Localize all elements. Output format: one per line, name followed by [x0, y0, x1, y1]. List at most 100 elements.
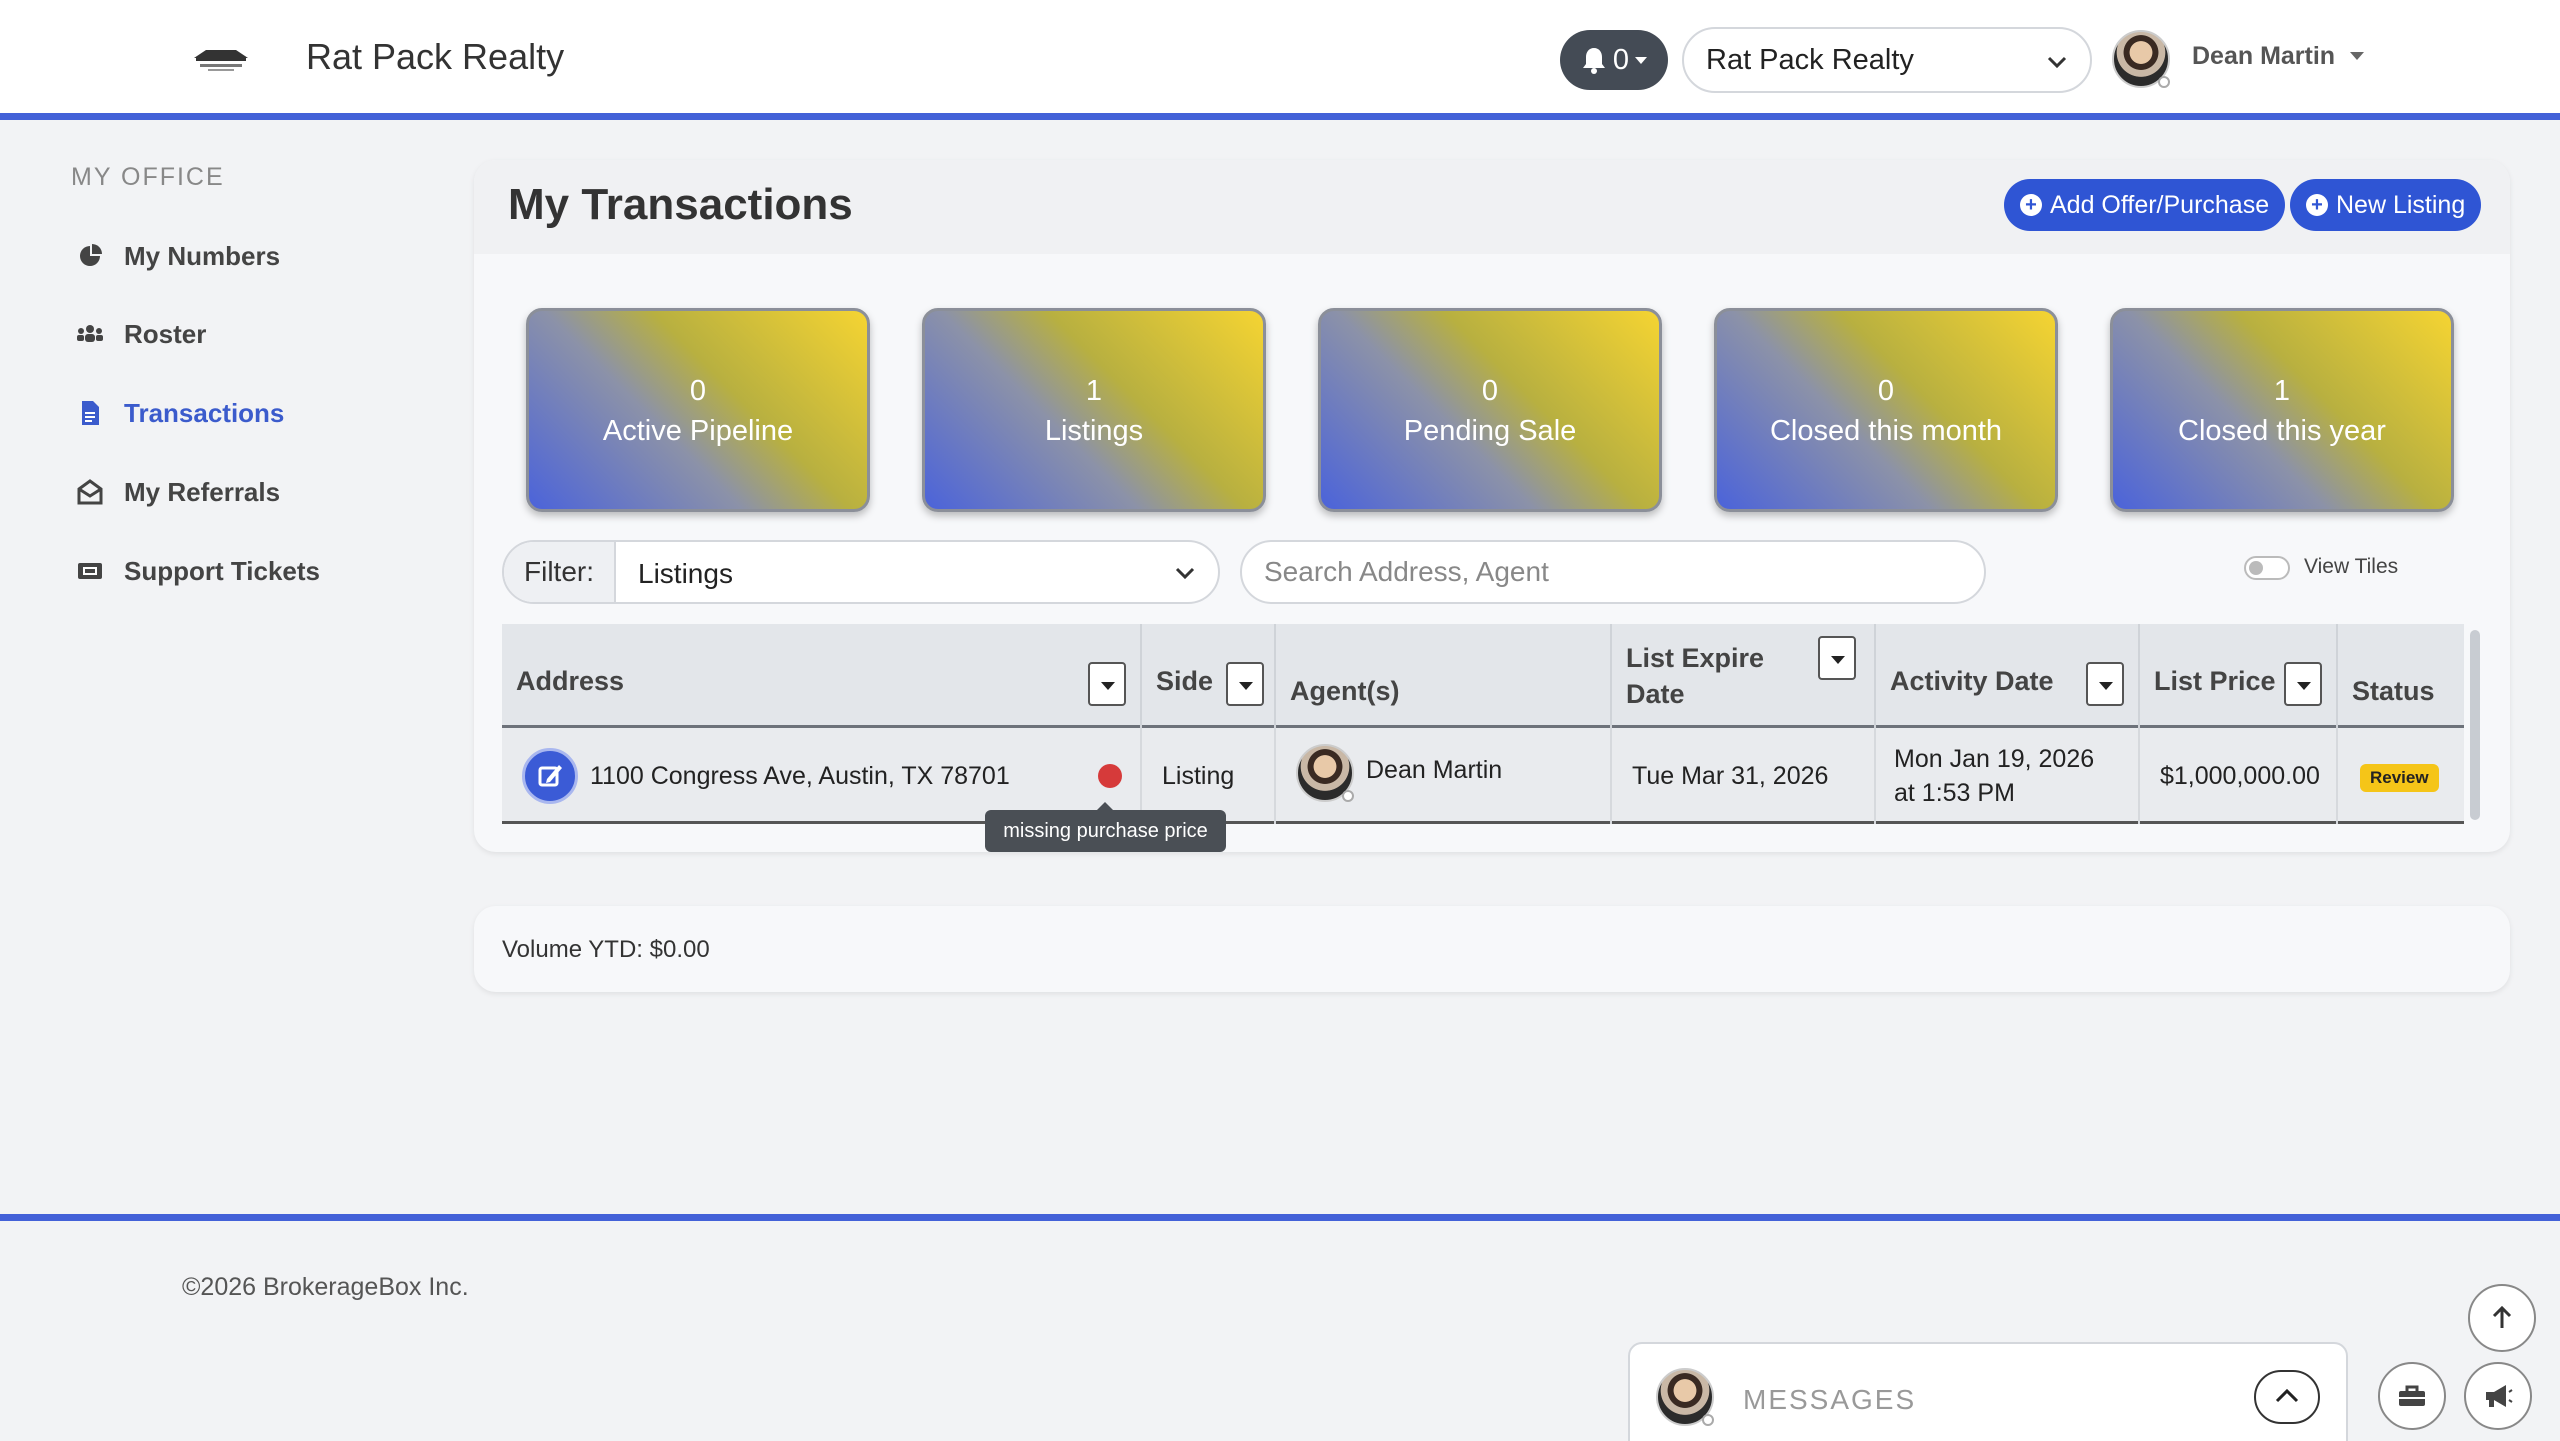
- table-row[interactable]: 1100 Congress Ave, Austin, TX 78701 List…: [502, 728, 2464, 824]
- transactions-table: Address Side Agent(s) List Expire Date A…: [502, 624, 2464, 826]
- sidebar-item-roster[interactable]: Roster: [76, 314, 206, 354]
- users-icon: [77, 325, 103, 342]
- top-navbar: Rat Pack Realty 0 Rat Pack Realty Dean M…: [0, 0, 2560, 120]
- add-offer-purchase-button[interactable]: + Add Offer/Purchase: [2004, 179, 2286, 231]
- sidebar-item-my-numbers[interactable]: My Numbers: [76, 236, 280, 276]
- copyright: ©2026 BrokerageBox Inc.: [182, 1273, 469, 1301]
- messages-label: MESSAGES: [1743, 1384, 1917, 1415]
- user-name[interactable]: Dean Martin: [2192, 42, 2335, 71]
- megaphone-icon: [2486, 1385, 2513, 1407]
- status-dot: [1702, 1414, 1714, 1426]
- scroll-to-top-button[interactable]: [2468, 1284, 2536, 1352]
- card-header: My Transactions + Add Offer/Purchase + N…: [474, 160, 2510, 254]
- toggle-knob: [2249, 561, 2263, 575]
- alert-dot[interactable]: [1098, 764, 1122, 788]
- sidebar-item-label: My Referrals: [124, 476, 281, 507]
- envelope-open-icon: [77, 479, 103, 505]
- chevron-up-icon: [2275, 1388, 2299, 1403]
- new-listing-button[interactable]: + New Listing: [2290, 179, 2482, 231]
- column-header-address[interactable]: Address: [502, 624, 1142, 728]
- tile-closed-this-month[interactable]: 0 Closed this month: [1714, 308, 2058, 512]
- tile-label: Closed this year: [2178, 415, 2386, 447]
- sort-dropdown-button[interactable]: [1818, 636, 1856, 680]
- ticket-icon: [78, 563, 102, 579]
- address-text[interactable]: 1100 Congress Ave, Austin, TX 78701: [590, 762, 1010, 791]
- cell-agents: Dean Martin: [1276, 728, 1612, 824]
- column-label: Agent(s): [1290, 676, 1400, 706]
- tile-listings[interactable]: 1 Listings: [922, 308, 1266, 512]
- agent-name[interactable]: Dean Martin: [1366, 756, 1502, 785]
- list-price-text: $1,000,000.00: [2160, 762, 2320, 790]
- cell-activity-date: Mon Jan 19, 2026 at 1:53 PM: [1876, 728, 2140, 824]
- brand-logo[interactable]: [188, 44, 254, 74]
- sidebar-item-support-tickets[interactable]: Support Tickets: [76, 551, 320, 591]
- announcements-button[interactable]: [2464, 1362, 2532, 1430]
- table-scrollbar[interactable]: [2470, 630, 2480, 820]
- sidebar-item-label: Roster: [124, 318, 207, 349]
- column-label: Side: [1156, 666, 1214, 696]
- sort-dropdown-button[interactable]: [1226, 662, 1264, 706]
- pie-chart-icon: [80, 244, 102, 266]
- sidebar-item-label: Transactions: [124, 397, 285, 428]
- chevron-down-icon: [2047, 56, 2067, 69]
- tile-value: 1: [2273, 375, 2291, 407]
- toolbox-button[interactable]: [2378, 1362, 2446, 1430]
- list-expire-date-text: Tue Mar 31, 2026: [1632, 762, 1829, 790]
- chevron-down-icon: [1175, 567, 1195, 580]
- tile-label: Closed this month: [1769, 415, 2003, 447]
- filter-value: Listings: [638, 558, 733, 589]
- tile-closed-this-year[interactable]: 1 Closed this year: [2110, 308, 2454, 512]
- cell-list-expire-date: Tue Mar 31, 2026: [1612, 728, 1876, 824]
- cell-status: Review: [2338, 728, 2464, 824]
- file-icon: [82, 401, 99, 425]
- sort-dropdown-button[interactable]: [2284, 662, 2322, 706]
- activity-date-text: Mon Jan 19, 2026 at 1:53 PM: [1894, 745, 2095, 807]
- user-avatar[interactable]: [2112, 30, 2170, 88]
- tile-active-pipeline[interactable]: 0 Active Pipeline: [526, 308, 870, 512]
- tile-pending-sale[interactable]: 0 Pending Sale: [1318, 308, 1662, 512]
- bell-icon: [1582, 48, 1605, 74]
- add-offer-purchase-label: Add Offer/Purchase: [2050, 190, 2270, 219]
- tile-value: 0: [1481, 375, 1499, 407]
- column-header-list-price[interactable]: List Price: [2140, 624, 2338, 728]
- search-placeholder: Search Address, Agent: [1264, 556, 1549, 587]
- edit-button[interactable]: [522, 748, 578, 804]
- column-header-status[interactable]: Status: [2338, 624, 2464, 728]
- tile-label: Listings: [1044, 415, 1144, 447]
- column-label: Activity Date: [1890, 666, 2054, 696]
- company-select[interactable]: Rat Pack Realty: [1682, 27, 2092, 93]
- filter-label: Filter:: [504, 542, 616, 602]
- column-label: Address: [516, 666, 625, 696]
- tile-label: Active Pipeline: [602, 415, 794, 447]
- edit-icon: [538, 765, 562, 787]
- notifications-count: 0: [1612, 43, 1630, 76]
- sort-dropdown-button[interactable]: [2086, 662, 2124, 706]
- sidebar-item-my-referrals[interactable]: My Referrals: [76, 472, 280, 512]
- search-input[interactable]: Search Address, Agent: [1240, 540, 1986, 604]
- agent-avatar[interactable]: [1296, 744, 1354, 802]
- page-title: My Transactions: [508, 180, 853, 229]
- column-header-activity-date[interactable]: Activity Date: [1876, 624, 2140, 728]
- view-tiles-toggle[interactable]: [2244, 556, 2290, 580]
- volume-card: Volume YTD: $0.00: [474, 906, 2510, 992]
- messages-expand-button[interactable]: [2254, 1370, 2320, 1424]
- toolbox-icon: [2399, 1385, 2425, 1406]
- brand-name[interactable]: Rat Pack Realty: [306, 36, 564, 78]
- tile-label: Pending Sale: [1403, 415, 1577, 447]
- view-tiles-label[interactable]: View Tiles: [2304, 555, 2398, 579]
- caret-down-icon[interactable]: [2350, 52, 2364, 60]
- sidebar-title: MY OFFICE: [71, 163, 225, 191]
- column-header-agents[interactable]: Agent(s): [1276, 624, 1612, 728]
- cell-list-price: $1,000,000.00: [2140, 728, 2338, 824]
- notifications-button[interactable]: 0: [1560, 30, 1668, 90]
- sidebar-item-transactions[interactable]: Transactions: [76, 393, 284, 433]
- status-badge[interactable]: Review: [2360, 764, 2439, 792]
- column-header-list-expire-date[interactable]: List Expire Date: [1612, 624, 1876, 728]
- volume-ytd: Volume YTD: $0.00: [502, 936, 710, 963]
- sort-dropdown-button[interactable]: [1088, 662, 1126, 706]
- messages-panel[interactable]: MESSAGES: [1628, 1342, 2348, 1441]
- new-listing-label: New Listing: [2336, 190, 2466, 219]
- column-header-side[interactable]: Side: [1142, 624, 1276, 728]
- sidebar-item-label: My Numbers: [124, 240, 281, 271]
- filter-select[interactable]: Filter: Listings: [502, 540, 1220, 604]
